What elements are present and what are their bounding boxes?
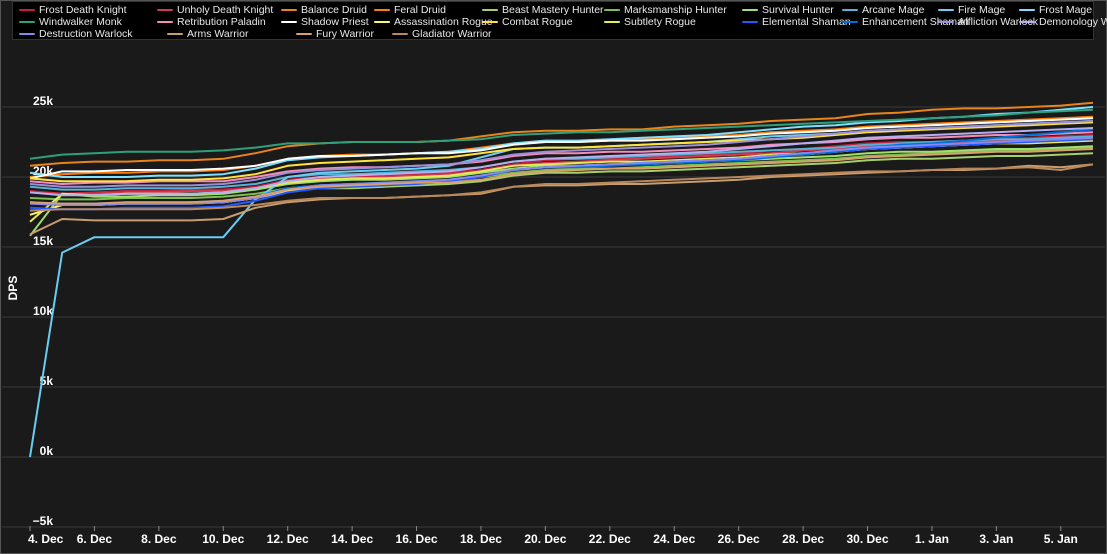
legend-label: Elemental Shaman [762, 16, 851, 28]
x-tick-label: 26. Dec [718, 532, 760, 546]
legend-label: Arms Warrior [187, 28, 249, 40]
legend-label: Retribution Paladin [177, 16, 266, 28]
x-tick-label: 3. Jan [979, 532, 1013, 546]
legend-label: Assassination Rogue [394, 16, 493, 28]
series-lines [29, 101, 1094, 458]
x-tick-label: 28. Dec [782, 532, 824, 546]
legend-label: Unholy Death Knight [177, 4, 274, 16]
legend-swatch [742, 21, 758, 23]
legend-swatch [742, 9, 758, 11]
legend-label: Feral Druid [394, 4, 446, 16]
legend-swatch [374, 9, 390, 11]
x-tick-label: 12. Dec [267, 532, 309, 546]
legend-swatch [296, 33, 312, 35]
legend-swatch [281, 21, 297, 23]
legend-label: Balance Druid [301, 4, 367, 16]
legend-label: Beast Mastery Hunter [502, 4, 604, 16]
legend-label: Frost Death Knight [39, 4, 127, 16]
legend-swatch [392, 33, 408, 35]
legend-swatch [157, 21, 173, 23]
x-tick-label: 10. Dec [202, 532, 244, 546]
x-tick-label: 1. Jan [915, 532, 949, 546]
legend-label: Gladiator Warrior [412, 28, 492, 40]
x-tick-label: 4. Dec [28, 532, 64, 546]
dps-line-chart: −5k0k5k10k15k20k25k 4. Dec 6. Dec 8. Dec 10… [2, 94, 1105, 546]
legend-label: Arcane Mage [862, 4, 925, 16]
x-tick-label: 16. Dec [396, 532, 438, 546]
y-tick-label: −5k [33, 514, 54, 528]
legend-swatch [1019, 21, 1035, 23]
y-tick-label: 10k [33, 304, 53, 318]
legend-label: Windwalker Monk [39, 16, 122, 28]
y-axis-tick-labels: −5k0k5k10k15k20k25k [33, 94, 54, 528]
legend-label: Frost Mage [1039, 4, 1093, 16]
y-tick-label: 15k [33, 234, 53, 248]
chart-legend: Frost Death Knight Unholy Death Knight Bal… [12, 1, 1107, 40]
x-tick-label: 5. Jan [1044, 532, 1078, 546]
y-tick-label: 25k [33, 94, 53, 108]
legend-label: Demonology Warlock [1039, 16, 1107, 28]
legend-swatch [842, 9, 858, 11]
legend-swatch [604, 9, 620, 11]
legend-swatch [157, 9, 173, 11]
legend-label: Marksmanship Hunter [624, 4, 727, 16]
legend-swatch [1019, 9, 1035, 11]
x-tick-label: 8. Dec [141, 532, 177, 546]
legend-swatch [374, 21, 390, 23]
x-tick-label: 24. Dec [653, 532, 695, 546]
legend-swatch [482, 9, 498, 11]
legend-label: Destruction Warlock [39, 28, 133, 40]
legend-label: Survival Hunter [762, 4, 834, 16]
legend-swatch [938, 21, 954, 23]
x-tick-label: 30. Dec [846, 532, 888, 546]
legend-swatch [167, 33, 183, 35]
legend-swatch [842, 21, 858, 23]
legend-swatch [19, 33, 35, 35]
x-tick-label: 14. Dec [331, 532, 373, 546]
legend-swatch [19, 21, 35, 23]
legend-label: Shadow Priest [301, 16, 369, 28]
legend-label: Fire Mage [958, 4, 1006, 16]
legend-label: Subtlety Rogue [624, 16, 696, 28]
legend-label: Fury Warrior [316, 28, 374, 40]
legend-swatch [19, 9, 35, 11]
legend-swatch [938, 9, 954, 11]
x-tick-label: 22. Dec [589, 532, 631, 546]
legend-swatch [281, 9, 297, 11]
y-tick-label: 0k [40, 444, 54, 458]
y-axis-title: DPS [6, 276, 20, 301]
x-axis-tick-labels: 4. Dec 6. Dec 8. Dec 10. Dec 12. Dec 14. Dec 1… [28, 526, 1078, 546]
legend-swatch [482, 21, 498, 23]
x-tick-label: 18. Dec [460, 532, 502, 546]
legend-label: Combat Rogue [502, 16, 573, 28]
x-tick-label: 6. Dec [77, 532, 113, 546]
legend-swatch [604, 21, 620, 23]
x-tick-label: 20. Dec [524, 532, 566, 546]
